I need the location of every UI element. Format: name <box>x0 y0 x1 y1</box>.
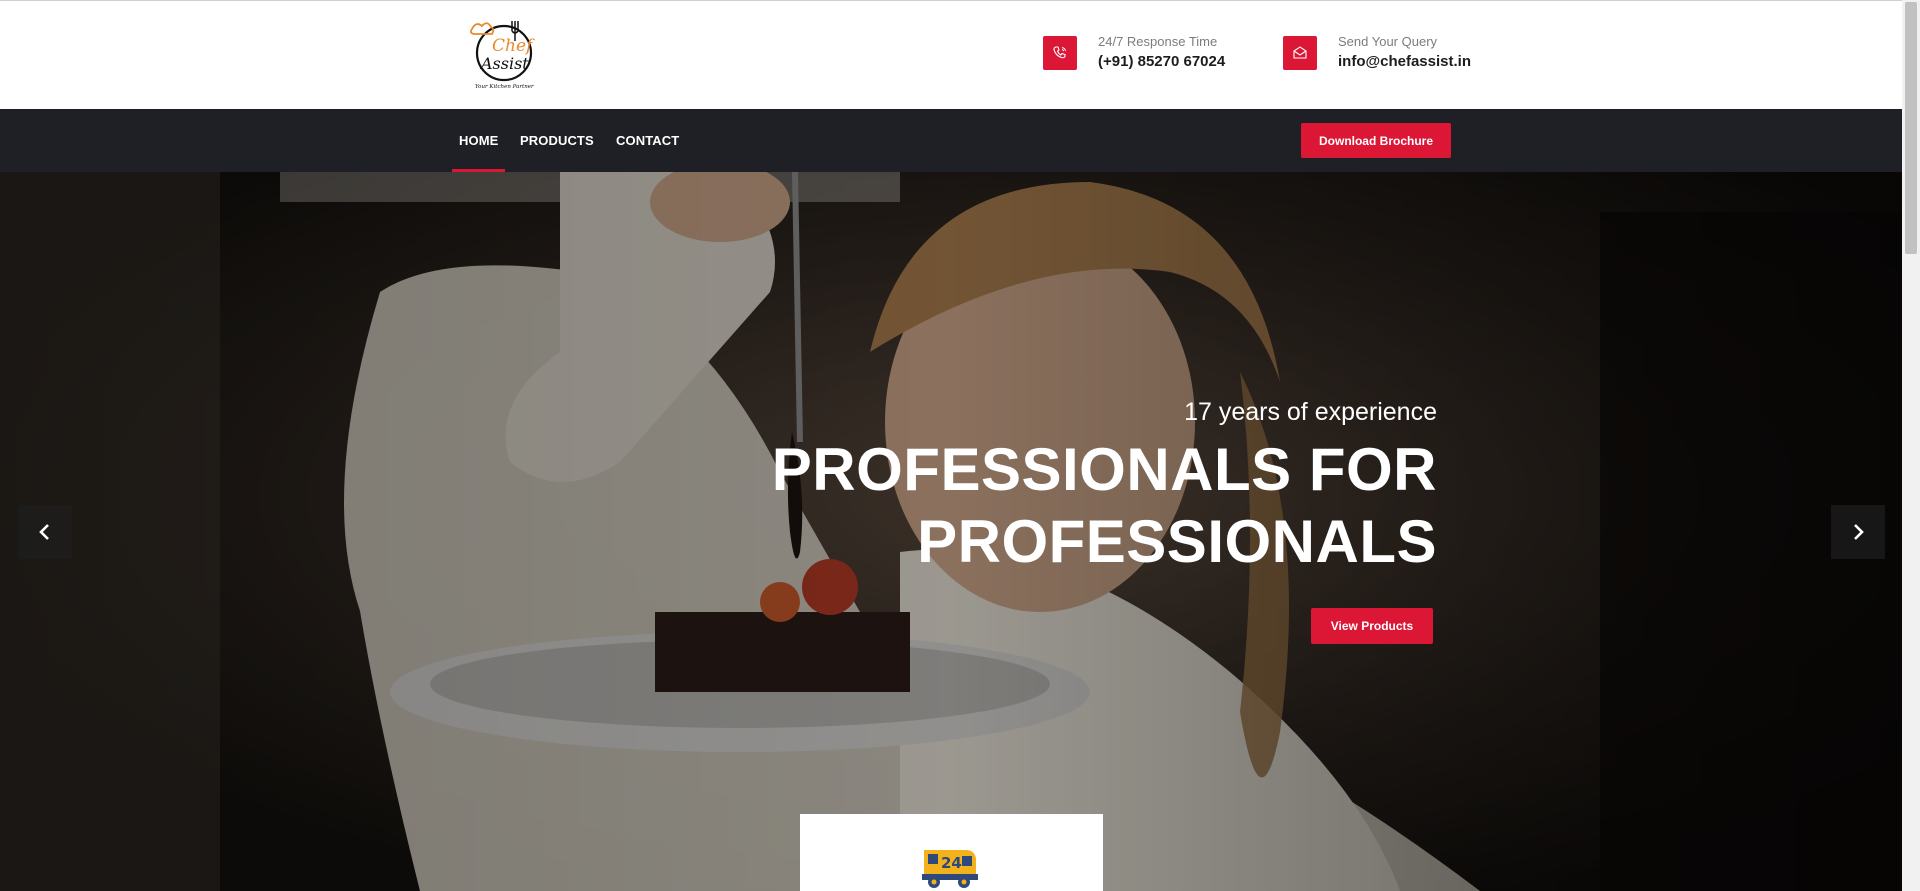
feature-badge-text: 24 <box>941 854 962 872</box>
hero-subtitle: 17 years of experience <box>1184 398 1437 426</box>
phone-contact[interactable]: 24/7 Response Time (+91) 85270 67024 <box>1043 34 1225 72</box>
top-header: Chef Assist Your Kitchen Partner 24/7 Re… <box>0 0 1902 109</box>
email-address[interactable]: info@chefassist.in <box>1338 52 1471 72</box>
mail-icon <box>1283 36 1317 70</box>
chevron-right-icon <box>1854 524 1864 540</box>
svg-text:Assist: Assist <box>479 54 529 73</box>
page-scrollbar[interactable] <box>1902 0 1920 891</box>
hero-slider: 17 years of experience PROFESSIONALS FOR… <box>0 172 1902 891</box>
phone-label: 24/7 Response Time <box>1098 34 1218 49</box>
chef-assist-logo-icon: Chef Assist Your Kitchen Partner <box>469 21 535 90</box>
phone-number[interactable]: (+91) 85270 67024 <box>1098 52 1225 72</box>
svg-text:Your Kitchen Partner: Your Kitchen Partner <box>475 84 534 90</box>
chevron-left-icon <box>39 524 49 540</box>
slider-next-button[interactable] <box>1831 505 1885 559</box>
download-brochure-button[interactable]: Download Brochure <box>1301 123 1451 158</box>
hero-title: PROFESSIONALS FOR PROFESSIONALS <box>771 436 1437 575</box>
slider-prev-button[interactable] <box>18 505 72 559</box>
scrollbar-thumb[interactable] <box>1905 2 1917 254</box>
delivery-truck-icon: 24 <box>922 850 978 888</box>
svg-text:Chef: Chef <box>492 36 535 56</box>
email-label: Send Your Query <box>1338 34 1438 49</box>
phone-icon <box>1043 36 1077 70</box>
email-contact[interactable]: Send Your Query info@chefassist.in <box>1283 34 1471 72</box>
site-logo[interactable]: Chef Assist Your Kitchen Partner <box>464 15 544 95</box>
feature-card: 24 <box>800 814 1103 891</box>
nav-item-home[interactable]: HOME <box>451 109 506 172</box>
nav-item-contact[interactable]: CONTACT <box>616 109 679 172</box>
main-navbar: HOME PRODUCTS CONTACT Download Brochure <box>0 109 1902 172</box>
view-products-button[interactable]: View Products <box>1311 608 1433 644</box>
nav-item-products[interactable]: PRODUCTS <box>520 109 594 172</box>
